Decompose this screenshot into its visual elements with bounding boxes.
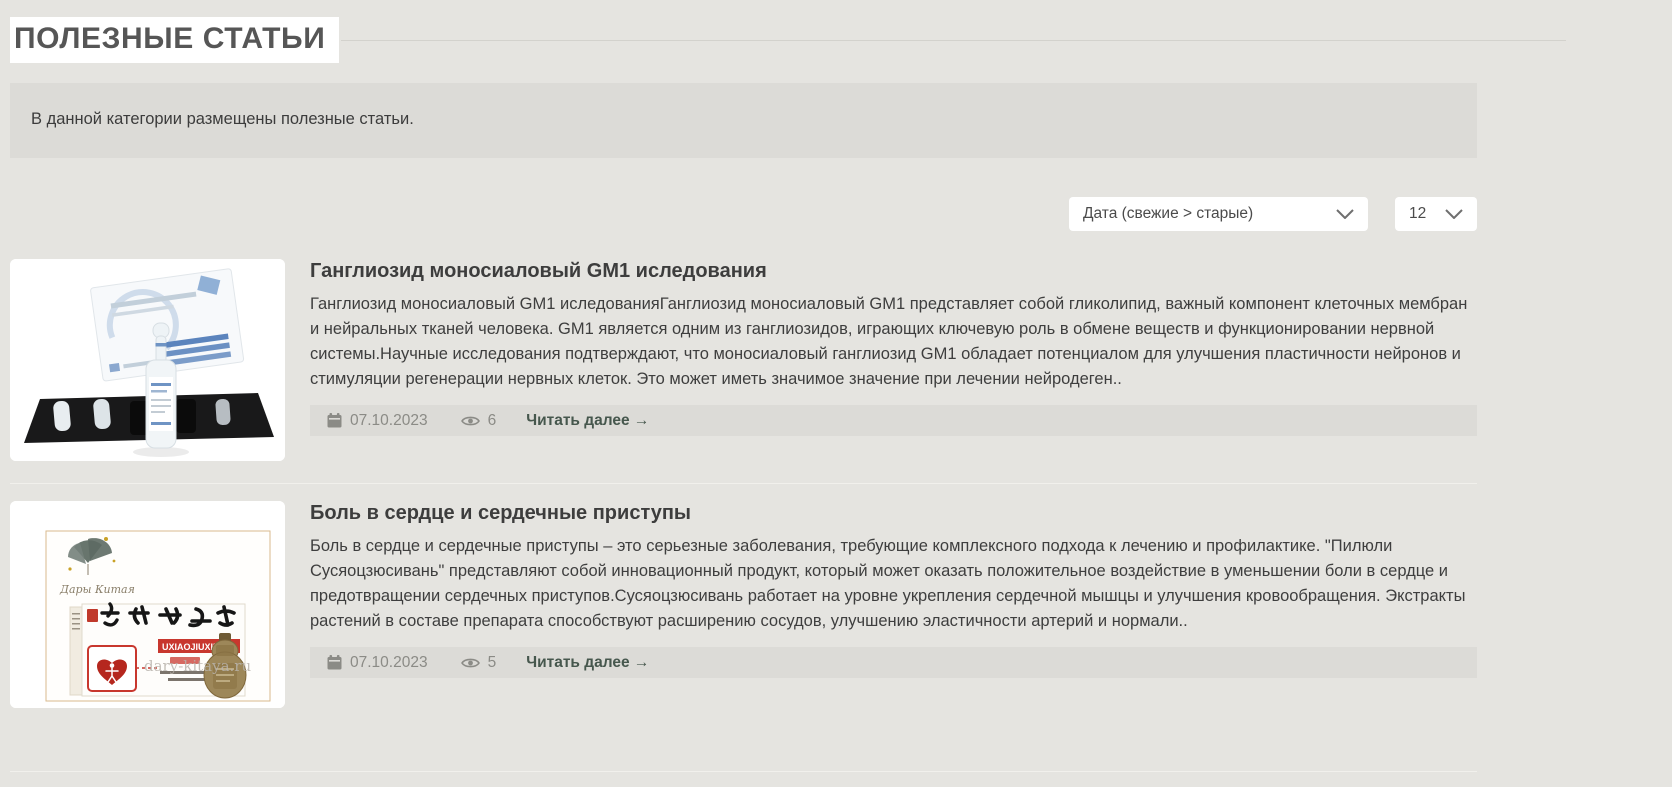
eye-icon [461,415,480,427]
eye-icon [461,657,480,669]
photo-watermark-text: dary-kitaya.ru [144,657,251,675]
article-row-partial [10,771,1477,787]
publish-date: 07.10.2023 [327,412,428,430]
article-excerpt: Ганглиозид моносиаловый GM1 иследованияГ… [310,292,1477,392]
read-more-link[interactable]: Читать далее → [526,654,649,672]
article-meta-bar: 07.10.2023 6 Читать далее → [310,405,1477,436]
article-excerpt: Боль в сердце и сердечные приступы – это… [310,534,1477,634]
chevron-down-icon [1445,209,1463,219]
article-thumbnail-gm1[interactable] [10,259,285,461]
list-toolbar: Дата (свежие > старые) 12 [10,197,1477,231]
per-page-select-value: 12 [1409,205,1445,223]
dary-kitaya-logo-text: Дары Китая [59,583,135,596]
suxiao-jiuxin-product-photo: Дары Китая [10,501,285,708]
page-title: ПОЛЕЗНЫЕ СТАТЬИ [10,17,339,63]
publish-date-text: 07.10.2023 [350,412,428,430]
views-counter: 5 [461,654,497,672]
title-divider [341,40,1566,41]
page-header: ПОЛЕЗНЫЕ СТАТЬИ [10,17,1566,63]
category-description-text: В данной категории размещены полезные ст… [31,110,414,128]
publish-date-text: 07.10.2023 [350,654,428,672]
sort-select[interactable]: Дата (свежие > старые) [1069,197,1368,231]
ampoules-product-photo [10,259,285,461]
calendar-icon [327,413,342,428]
article-meta-bar: 07.10.2023 5 Читать далее → [310,647,1477,678]
article-thumbnail-heart[interactable]: Дары Китая [10,501,285,708]
views-counter: 6 [461,412,497,430]
views-count-text: 5 [488,654,497,672]
article-content: Боль в сердце и сердечные приступы Боль … [310,501,1477,708]
article-list: Ганглиозид моносиаловый GM1 иследования … [10,259,1477,787]
article-title[interactable]: Боль в сердце и сердечные приступы [310,502,1477,525]
chevron-down-icon [1336,209,1354,219]
article-content: Ганглиозид моносиаловый GM1 иследования … [310,259,1477,461]
box-latin-name-text: UXIAOJIUXIN [162,642,220,652]
article-row-heart: Дары Китая [10,483,1477,771]
views-count-text: 6 [488,412,497,430]
article-title[interactable]: Ганглиозид моносиаловый GM1 иследования [310,260,1477,283]
sort-select-value: Дата (свежие > старые) [1083,205,1336,223]
useful-articles-page: ПОЛЕЗНЫЕ СТАТЬИ В данной категории разме… [0,17,1672,787]
read-more-link[interactable]: Читать далее → [526,412,649,430]
per-page-select[interactable]: 12 [1395,197,1477,231]
publish-date: 07.10.2023 [327,654,428,672]
article-row-gm1: Ганглиозид моносиаловый GM1 иследования … [10,259,1477,483]
category-description-panel: В данной категории размещены полезные ст… [10,83,1477,158]
calendar-icon [327,655,342,670]
